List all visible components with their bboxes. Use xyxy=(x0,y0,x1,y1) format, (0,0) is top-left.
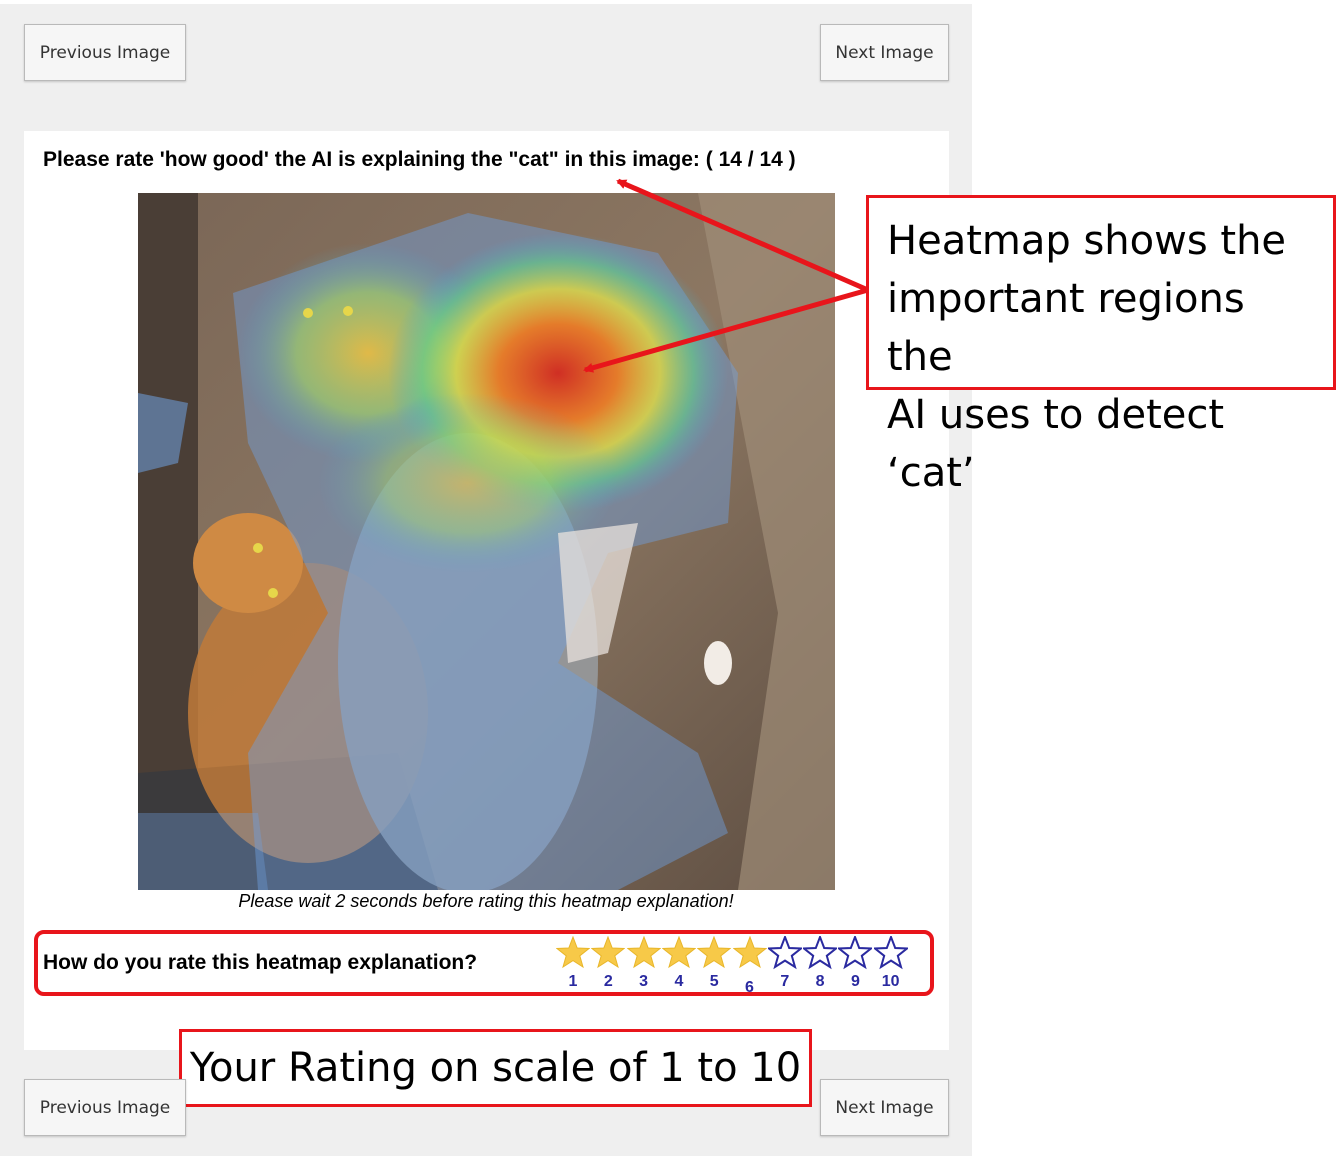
rating-question: Please rate 'how good' the AI is explain… xyxy=(43,148,796,171)
next-image-button-top[interactable]: Next Image xyxy=(820,24,949,81)
heatmap-callout-line: important regions the xyxy=(887,276,1245,380)
previous-image-button-top[interactable]: Previous Image xyxy=(24,24,186,81)
rating-callout: Your Rating on scale of 1 to 10 xyxy=(179,1029,812,1107)
rating-highlight-box xyxy=(34,930,934,996)
cat-heatmap-image xyxy=(138,193,835,890)
next-image-button-bottom[interactable]: Next Image xyxy=(820,1079,949,1136)
heatmap-callout: Heatmap shows the important regions the … xyxy=(866,195,1336,496)
wait-note: Please wait 2 seconds before rating this… xyxy=(238,891,734,911)
previous-image-button-bottom[interactable]: Previous Image xyxy=(24,1079,186,1136)
heatmap-callout-line: AI uses to detect ‘cat’ xyxy=(887,392,1225,496)
heatmap-callout-line: Heatmap shows the xyxy=(887,218,1287,264)
